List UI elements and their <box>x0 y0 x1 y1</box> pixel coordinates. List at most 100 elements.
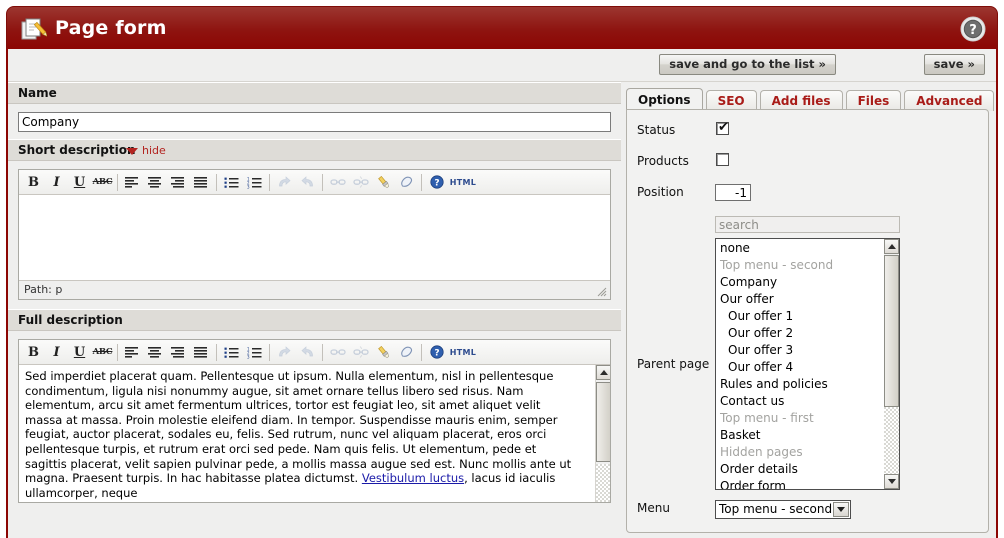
scrollbar-thumb[interactable] <box>596 382 610 462</box>
align-center-icon[interactable] <box>144 172 167 193</box>
parent-list-scrollbar-track[interactable] <box>884 407 899 474</box>
list-item[interactable]: Top menu - first <box>716 410 884 427</box>
list-item[interactable]: Top menu - second <box>716 257 884 274</box>
parent-page-listbox[interactable]: none Top menu - second Company Our offer Our… <box>715 238 900 490</box>
align-justify-icon[interactable] <box>190 342 213 363</box>
list-item[interactable]: Our offer 1 <box>716 308 884 325</box>
chevron-down-icon[interactable] <box>833 502 849 517</box>
bullet-list-icon[interactable] <box>220 172 243 193</box>
help-icon[interactable]: ? <box>425 172 448 193</box>
html-source-icon[interactable]: HTML <box>448 172 478 193</box>
toolbar-separator <box>216 173 217 191</box>
scrollbar-track[interactable] <box>596 464 610 502</box>
remove-format-icon[interactable] <box>395 172 418 193</box>
products-checkbox[interactable] <box>716 153 729 166</box>
parent-page-row: Parent page none Top menu - second Company… <box>627 238 988 490</box>
name-input[interactable] <box>18 112 611 132</box>
italic-icon[interactable]: I <box>45 342 68 363</box>
list-item[interactable]: Our offer 2 <box>716 325 884 342</box>
save-toolbar: save and go to the list » save » <box>8 49 996 82</box>
full-description-scrollbar[interactable] <box>595 365 610 502</box>
svg-text:3: 3 <box>247 354 250 359</box>
list-item[interactable]: Order form <box>716 478 884 489</box>
resize-grip-icon[interactable] <box>596 286 608 298</box>
products-label: Products <box>637 154 689 168</box>
name-field-zone <box>8 104 621 139</box>
short-description-editor-body[interactable] <box>19 195 610 280</box>
underline-icon[interactable]: U <box>68 342 91 363</box>
italic-icon[interactable]: I <box>45 172 68 193</box>
strikethrough-icon[interactable]: ABC <box>91 172 114 193</box>
save-and-go-to-list-button[interactable]: save and go to the list » <box>659 54 836 75</box>
align-left-icon[interactable] <box>121 172 144 193</box>
tab-files[interactable]: Files <box>845 90 902 111</box>
list-item[interactable]: Our offer <box>716 291 884 308</box>
bullet-list-icon[interactable] <box>220 342 243 363</box>
list-item[interactable]: Rules and policies <box>716 376 884 393</box>
products-row: Products <box>627 153 988 175</box>
align-justify-icon[interactable] <box>190 172 213 193</box>
help-question-icon[interactable]: ? <box>960 16 986 42</box>
remove-format-icon[interactable] <box>395 342 418 363</box>
tab-advanced[interactable]: Advanced <box>904 90 995 111</box>
list-item[interactable]: Company <box>716 274 884 291</box>
parent-list-scrollbar-thumb[interactable] <box>884 255 899 407</box>
short-description-label-text: Short description <box>18 143 136 157</box>
parent-page-scrollbar[interactable] <box>884 239 899 489</box>
tab-options[interactable]: Options <box>626 88 703 111</box>
list-item[interactable]: Contact us <box>716 393 884 410</box>
html-source-icon[interactable]: HTML <box>448 342 478 363</box>
tab-add-files[interactable]: Add files <box>759 90 843 111</box>
align-center-icon[interactable] <box>144 342 167 363</box>
align-right-icon[interactable] <box>167 172 190 193</box>
scroll-up-arrow-icon[interactable] <box>596 365 610 380</box>
short-description-editor: B I U ABC 1 2 3? HTML Path: p <box>18 169 611 300</box>
align-right-icon[interactable] <box>167 342 190 363</box>
status-checkbox-tick: ✔ <box>718 120 729 135</box>
name-section-label: Name <box>8 82 621 104</box>
parent-page-search-input[interactable] <box>715 216 900 233</box>
toolbar-separator <box>216 343 217 361</box>
unlink-icon <box>349 342 372 363</box>
options-tabstrip: Options SEO Add files Files Advanced <box>626 87 997 111</box>
underline-icon[interactable]: U <box>68 172 91 193</box>
list-item[interactable]: Our offer 4 <box>716 359 884 376</box>
page-edit-icon <box>21 17 48 41</box>
tab-seo[interactable]: SEO <box>705 90 757 111</box>
vestibulum-luctus-link[interactable]: Vestibulum luctus <box>362 471 464 485</box>
save-button[interactable]: save » <box>923 54 985 75</box>
menu-label: Menu <box>637 501 670 515</box>
short-description-hide-link[interactable]: hide <box>126 140 166 161</box>
full-description-editor-body[interactable]: Sed imperdiet placerat quam. Pellentesqu… <box>19 365 610 502</box>
strikethrough-icon[interactable]: ABC <box>91 342 114 363</box>
toolbar-separator <box>269 173 270 191</box>
toolbar-separator <box>421 343 422 361</box>
redo-icon <box>296 342 319 363</box>
status-checkbox[interactable]: ✔ <box>716 120 729 135</box>
bold-icon[interactable]: B <box>22 172 45 193</box>
svg-text:3: 3 <box>247 184 250 189</box>
short-description-toolbar: B I U ABC 1 2 3? HTML <box>19 170 610 195</box>
toolbar-separator <box>421 173 422 191</box>
position-input[interactable] <box>715 184 751 201</box>
align-left-icon[interactable] <box>121 342 144 363</box>
redo-icon <box>296 172 319 193</box>
bold-icon[interactable]: B <box>22 342 45 363</box>
left-column: Name Short description hide BIUABC123?HT… <box>8 82 621 538</box>
list-item[interactable]: Hidden pages <box>716 444 884 461</box>
help-icon[interactable]: ? <box>425 342 448 363</box>
list-item[interactable]: Order details <box>716 461 884 478</box>
list-item[interactable]: none <box>716 240 884 257</box>
menu-select[interactable]: Top menu - second <box>715 500 851 519</box>
cleanup-icon[interactable] <box>372 172 395 193</box>
list-item[interactable]: Our offer 3 <box>716 342 884 359</box>
options-tab-panel: Status ✔ Products Position -1 search Par… <box>626 109 989 533</box>
undo-icon <box>273 172 296 193</box>
cleanup-icon[interactable] <box>372 342 395 363</box>
parent-list-scroll-down-icon[interactable] <box>884 474 899 489</box>
parent-list-scroll-up-icon[interactable] <box>884 239 899 254</box>
numbered-list-icon[interactable]: 123 <box>243 342 266 363</box>
parent-page-option-list: none Top menu - second Company Our offer Our… <box>716 239 884 489</box>
list-item[interactable]: Basket <box>716 427 884 444</box>
numbered-list-icon[interactable]: 123 <box>243 172 266 193</box>
